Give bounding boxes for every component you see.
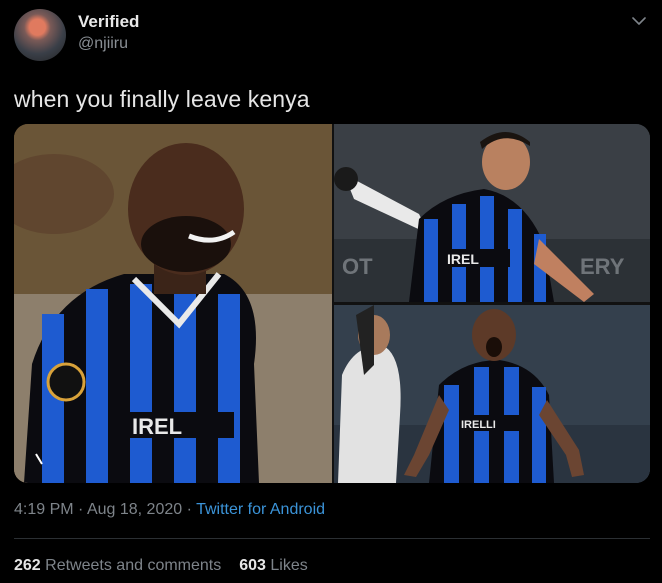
tweet-text: when you finally leave kenya xyxy=(14,86,310,112)
divider xyxy=(14,538,650,539)
meta-separator: · xyxy=(78,501,84,518)
likes-count: 603 xyxy=(239,557,266,574)
photo-main[interactable]: IREL xyxy=(14,124,332,483)
media-grid[interactable]: IREL OT ERY IREL IRELLI xyxy=(14,124,650,483)
tweet-source-link[interactable]: Twitter for Android xyxy=(196,501,325,518)
player-shouting-image: IRELLI xyxy=(334,305,650,483)
tweet-meta: 4:19 PM · Aug 18, 2020 · Twitter for And… xyxy=(14,501,325,519)
photo-bottom-right[interactable]: IRELLI xyxy=(334,305,650,483)
retweets-stat[interactable]: 262 Retweets and comments xyxy=(14,557,221,574)
banner-text-left: OT xyxy=(342,254,373,279)
player-celebrating-image: OT ERY IREL xyxy=(334,124,650,302)
meta-separator: · xyxy=(186,501,192,518)
tweet-date[interactable]: Aug 18, 2020 xyxy=(87,501,182,518)
likes-stat[interactable]: 603 Likes xyxy=(239,557,308,574)
retweets-label: Retweets and comments xyxy=(45,557,222,574)
avatar[interactable] xyxy=(14,9,66,61)
tweet-stats: 262 Retweets and comments 603 Likes xyxy=(14,557,308,575)
likes-label: Likes xyxy=(270,557,308,574)
photo-top-right[interactable]: OT ERY IREL xyxy=(334,124,650,302)
player-smiling-image: IREL xyxy=(14,124,332,483)
jersey-sponsor-text-2: IREL xyxy=(447,251,479,267)
author-handle[interactable]: @njiiru xyxy=(78,35,128,53)
retweets-count: 262 xyxy=(14,557,41,574)
banner-text-right: ERY xyxy=(580,254,625,279)
tweet-time[interactable]: 4:19 PM xyxy=(14,501,74,518)
chevron-down-icon[interactable] xyxy=(630,12,648,30)
jersey-sponsor-text-3: IRELLI xyxy=(461,419,496,431)
jersey-sponsor-text: IREL xyxy=(132,414,182,439)
author-name[interactable]: Verified xyxy=(78,12,139,32)
